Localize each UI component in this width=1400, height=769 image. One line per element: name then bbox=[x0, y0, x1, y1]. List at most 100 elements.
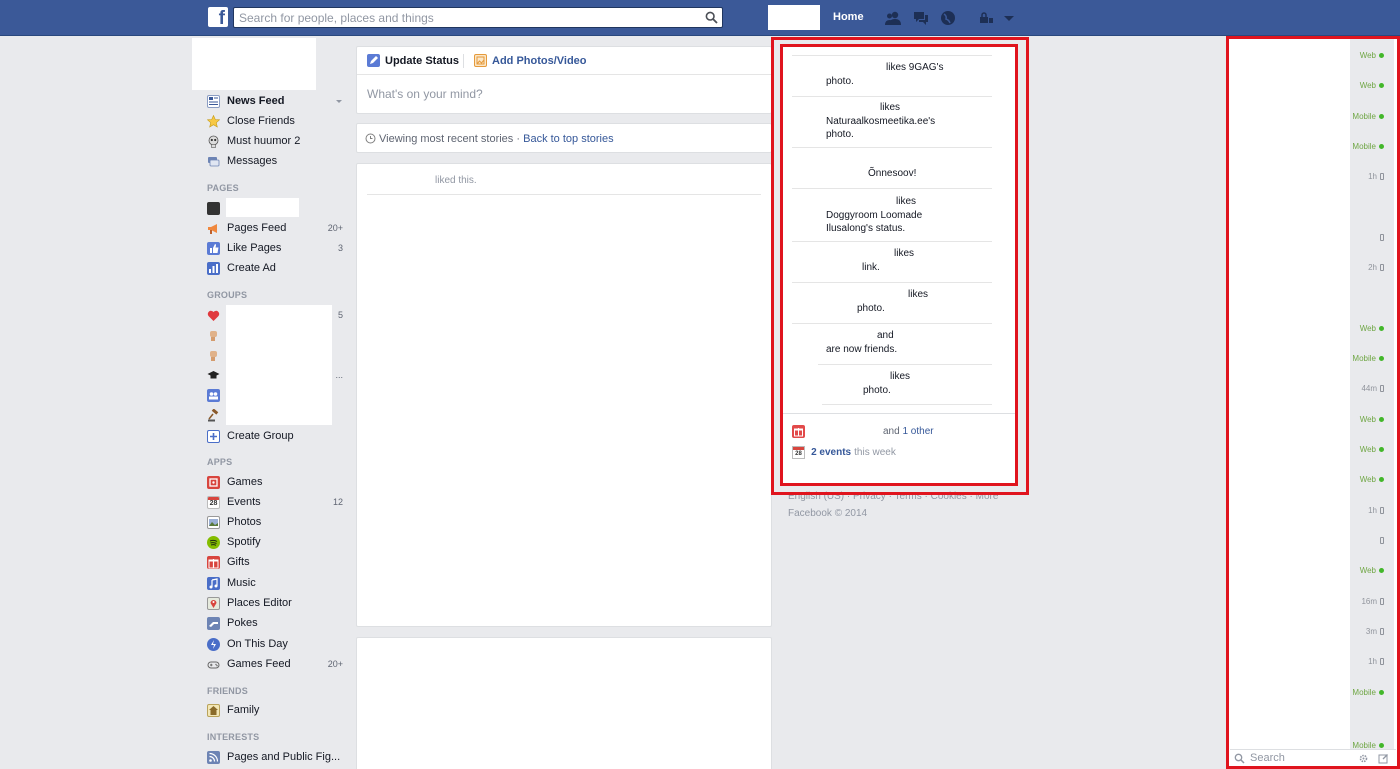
nav-app-spotify[interactable]: Spotify bbox=[207, 532, 343, 552]
nav-item-label: Create Ad bbox=[227, 262, 276, 274]
nav-item-label: Create Group bbox=[227, 430, 294, 442]
count-badge: 20+ bbox=[327, 223, 343, 233]
chat-contact-status[interactable]: Web bbox=[1360, 324, 1384, 333]
privacy-shortcuts-icon[interactable] bbox=[978, 9, 996, 27]
fist-icon bbox=[207, 329, 220, 342]
chat-status-label: Mobile bbox=[1352, 354, 1376, 363]
gavel-icon bbox=[207, 408, 220, 422]
chat-contact-status[interactable]: Mobile bbox=[1352, 688, 1384, 697]
facebook-logo[interactable]: f bbox=[208, 7, 228, 27]
update-status-tab[interactable]: Update Status bbox=[367, 54, 459, 67]
redacted-page-name bbox=[226, 198, 299, 217]
nav-interests-pages[interactable]: Pages and Public Fig... bbox=[207, 747, 343, 767]
ticker-line: photo. bbox=[863, 384, 891, 396]
footer-links[interactable]: English (US) · Privacy · Terms · Cookies… bbox=[788, 488, 998, 505]
online-dot-icon bbox=[1379, 743, 1384, 749]
chat-contact-status[interactable]: Mobile bbox=[1352, 354, 1384, 363]
chat-status-label: Web bbox=[1359, 475, 1376, 484]
ticker-item[interactable]: likes Doggyroom Loomade Ilusalong's stat… bbox=[792, 195, 992, 236]
messages-jewel-icon[interactable] bbox=[912, 9, 930, 27]
friend-requests-icon[interactable] bbox=[884, 9, 902, 27]
ticker-item[interactable]: likes link. bbox=[792, 247, 992, 274]
home-link[interactable]: Home bbox=[833, 11, 864, 23]
chat-contact-status[interactable]: Web bbox=[1360, 475, 1384, 484]
page-thumbnail-icon bbox=[207, 201, 220, 215]
online-dot-icon bbox=[1379, 690, 1384, 696]
chat-contact-status[interactable]: Mobile bbox=[1352, 142, 1384, 151]
chat-search-input[interactable] bbox=[1250, 752, 1350, 764]
chat-contact-status[interactable]: Mobile bbox=[1352, 112, 1384, 121]
profile-link-redacted[interactable] bbox=[768, 5, 820, 30]
chat-contact-status[interactable]: 1h bbox=[1368, 506, 1384, 515]
chat-contact-status[interactable]: 1h bbox=[1368, 172, 1384, 181]
chat-contact-status[interactable]: Web bbox=[1360, 51, 1384, 60]
nav-item-label: Pokes bbox=[227, 617, 258, 629]
nav-app-music[interactable]: Music bbox=[207, 573, 343, 593]
ticker-item[interactable]: likes 9GAG's photo. bbox=[792, 61, 992, 88]
footer: English (US) · Privacy · Terms · Cookies… bbox=[788, 488, 998, 522]
chat-contact-status[interactable]: 3m bbox=[1366, 627, 1384, 636]
chat-contact-status[interactable] bbox=[1377, 536, 1384, 545]
chat-contact-status[interactable]: Web bbox=[1360, 566, 1384, 575]
nav-app-on-this-day[interactable]: On This Day bbox=[207, 634, 343, 654]
birthday-gift-icon bbox=[792, 425, 805, 438]
nav-app-places-editor[interactable]: Places Editor bbox=[207, 593, 343, 613]
mobile-phone-icon bbox=[1380, 598, 1384, 606]
chat-contact-status[interactable]: Web bbox=[1360, 81, 1384, 90]
search-box[interactable] bbox=[233, 7, 723, 28]
online-dot-icon bbox=[1379, 83, 1384, 89]
dropdown-chevron-icon[interactable] bbox=[335, 97, 343, 105]
nav-app-gifts[interactable]: Gifts bbox=[207, 552, 343, 572]
nav-app-photos[interactable]: Photos bbox=[207, 512, 343, 532]
ticker-item[interactable]: likes Naturaalkosmeetika.ee's photo. bbox=[792, 101, 992, 142]
new-message-compose-icon[interactable] bbox=[1378, 753, 1389, 764]
nav-app-pokes[interactable]: Pokes bbox=[207, 613, 343, 633]
chat-contact-status[interactable]: 1h bbox=[1368, 657, 1384, 666]
nav-close-friends[interactable]: Close Friends bbox=[207, 111, 343, 131]
search-input[interactable] bbox=[234, 8, 694, 27]
status-input[interactable] bbox=[367, 87, 757, 101]
nav-messages[interactable]: Messages bbox=[207, 151, 343, 171]
birthday-other-link[interactable]: 1 other bbox=[902, 426, 933, 437]
nav-must-huumor[interactable]: Must huumor 2 bbox=[207, 131, 343, 151]
notifications-globe-icon[interactable] bbox=[939, 9, 957, 27]
ticker-item[interactable]: and are now friends. bbox=[792, 329, 992, 356]
chat-settings-gear-icon[interactable] bbox=[1358, 753, 1369, 764]
mobile-phone-icon bbox=[1380, 385, 1384, 393]
chat-contact-status[interactable]: 2h bbox=[1368, 263, 1384, 272]
chat-contact-status[interactable]: 16m bbox=[1361, 597, 1384, 606]
nav-create-ad[interactable]: Create Ad bbox=[207, 258, 343, 278]
chat-contact-status[interactable]: Web bbox=[1360, 415, 1384, 424]
chat-contact-status[interactable] bbox=[1377, 233, 1384, 242]
calendar-day: 28 bbox=[209, 499, 218, 507]
heart-icon bbox=[207, 309, 220, 322]
search-icon[interactable] bbox=[705, 11, 718, 24]
ticker-item[interactable]: likes photo. bbox=[792, 288, 992, 315]
nav-app-events[interactable]: 28 Events 12 bbox=[207, 492, 343, 512]
events-suffix: this week bbox=[854, 447, 896, 458]
chat-contact-status[interactable]: 44m bbox=[1361, 384, 1384, 393]
ticker-line: photo. bbox=[826, 129, 854, 140]
back-to-top-stories-link[interactable]: Back to top stories bbox=[523, 133, 614, 145]
add-photos-tab[interactable]: Add Photos/Video bbox=[474, 54, 587, 67]
graduation-cap-icon bbox=[207, 369, 220, 382]
profile-picture-redacted[interactable] bbox=[192, 38, 316, 90]
ticker-item[interactable]: likes photo. bbox=[792, 370, 992, 397]
nav-create-group[interactable]: Create Group bbox=[207, 426, 343, 446]
nav-friends-family[interactable]: Family bbox=[207, 700, 343, 720]
nav-pages-feed[interactable]: Pages Feed 20+ bbox=[207, 218, 343, 238]
chat-contact-status[interactable]: Web bbox=[1360, 445, 1384, 454]
events-row[interactable]: 28 2 events this week bbox=[792, 446, 896, 459]
nav-like-pages[interactable]: Like Pages 3 bbox=[207, 238, 343, 258]
ticker-item[interactable]: Õnnesoov! bbox=[792, 167, 992, 181]
mobile-phone-icon bbox=[1380, 658, 1384, 666]
photo-icon bbox=[474, 54, 487, 67]
nav-app-games-feed[interactable]: Games Feed 20+ bbox=[207, 654, 343, 674]
events-link[interactable]: 2 events bbox=[811, 447, 851, 458]
chat-status-label: 3m bbox=[1365, 627, 1377, 636]
nav-news-feed[interactable]: News Feed bbox=[207, 91, 343, 111]
gift-icon bbox=[207, 555, 220, 569]
chat-status-label: 16m bbox=[1361, 597, 1377, 606]
account-settings-chevron-icon[interactable] bbox=[1000, 9, 1018, 27]
nav-app-games[interactable]: Games bbox=[207, 472, 343, 492]
